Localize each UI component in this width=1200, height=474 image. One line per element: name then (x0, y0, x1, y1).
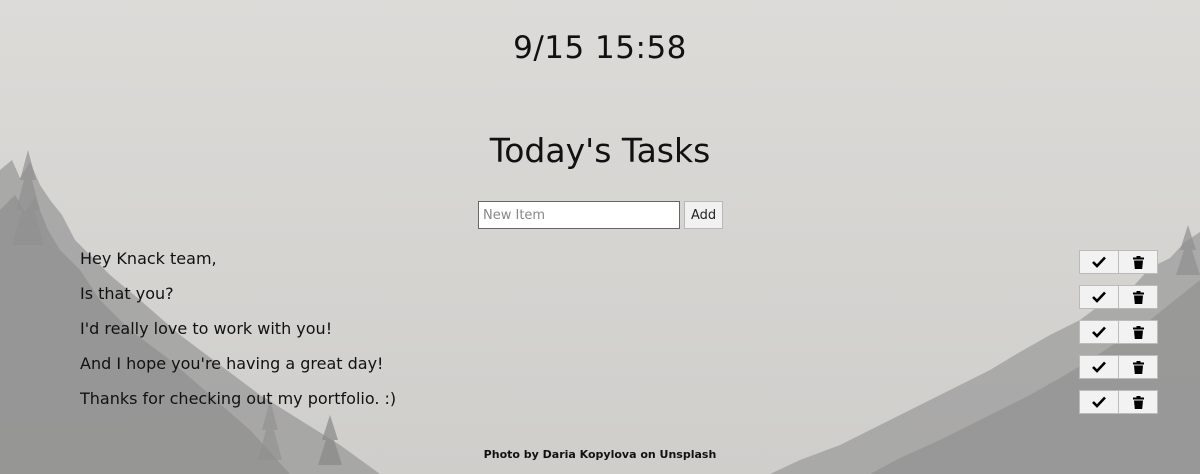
task-text: Hey Knack team, (80, 249, 217, 268)
complete-button[interactable] (1079, 250, 1119, 274)
delete-button[interactable] (1118, 355, 1158, 379)
task-text: And I hope you're having a great day! (80, 354, 384, 373)
complete-button[interactable] (1079, 355, 1119, 379)
task-actions (1079, 390, 1158, 414)
list-item: Thanks for checking out my portfolio. :) (0, 386, 1200, 421)
page-title: Today's Tasks (489, 131, 711, 170)
photo-credit: Photo by Daria Kopylova on Unsplash (483, 448, 717, 461)
checkmark-icon (1092, 361, 1106, 373)
task-actions (1079, 285, 1158, 309)
new-item-form: Add (478, 201, 724, 229)
task-list: Hey Knack team, Is that you? I'd really … (0, 246, 1200, 421)
checkmark-icon (1092, 326, 1106, 338)
add-button[interactable]: Add (684, 201, 724, 229)
checkmark-icon (1092, 256, 1106, 268)
delete-button[interactable] (1118, 285, 1158, 309)
task-text: Is that you? (80, 284, 174, 303)
delete-button[interactable] (1118, 390, 1158, 414)
new-item-input[interactable] (478, 201, 680, 229)
delete-button[interactable] (1118, 250, 1158, 274)
task-text: Thanks for checking out my portfolio. :) (80, 389, 397, 408)
list-item: Hey Knack team, (0, 246, 1200, 281)
task-actions (1079, 320, 1158, 344)
checkmark-icon (1092, 396, 1106, 408)
trash-icon (1132, 360, 1144, 374)
list-item: Is that you? (0, 281, 1200, 316)
clock-display: 9/15 15:58 (513, 30, 687, 66)
checkmark-icon (1092, 291, 1106, 303)
app: 9/15 15:58 Today's Tasks Add Hey Knack t… (0, 0, 1200, 474)
task-text: I'd really love to work with you! (80, 319, 333, 338)
trash-icon (1132, 255, 1144, 269)
trash-icon (1132, 325, 1144, 339)
delete-button[interactable] (1118, 320, 1158, 344)
complete-button[interactable] (1079, 320, 1119, 344)
trash-icon (1132, 290, 1144, 304)
trash-icon (1132, 395, 1144, 409)
task-actions (1079, 355, 1158, 379)
complete-button[interactable] (1079, 285, 1119, 309)
complete-button[interactable] (1079, 390, 1119, 414)
task-actions (1079, 250, 1158, 274)
list-item: I'd really love to work with you! (0, 316, 1200, 351)
list-item: And I hope you're having a great day! (0, 351, 1200, 386)
